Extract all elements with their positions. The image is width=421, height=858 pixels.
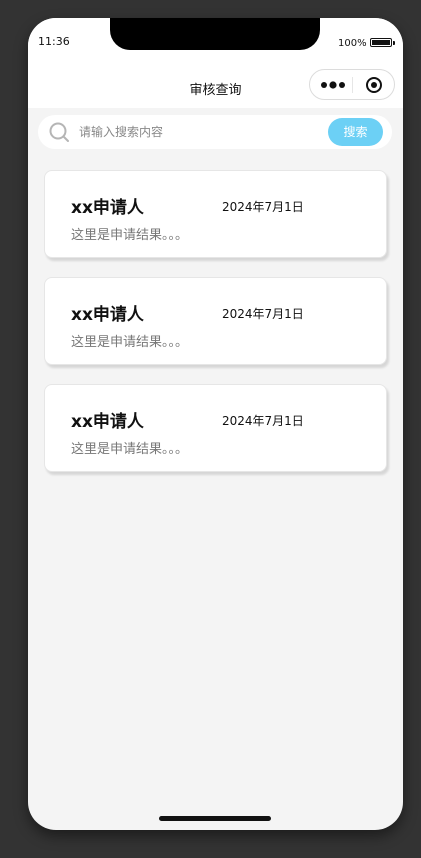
device-notch — [110, 18, 320, 50]
application-card[interactable]: xx申请人 2024年7月1日 这里是申请结果。。。 — [44, 277, 387, 365]
applicant-name: xx申请人 — [71, 412, 144, 432]
application-card[interactable]: xx申请人 2024年7月1日 这里是申请结果。。。 — [44, 384, 387, 472]
applicant-name: xx申请人 — [71, 198, 144, 218]
application-date: 2024年7月1日 — [222, 414, 304, 428]
battery-icon — [370, 38, 392, 47]
battery-fill — [372, 40, 390, 45]
search-icon — [49, 122, 69, 142]
target-circle-icon[interactable] — [365, 76, 383, 94]
applicant-name: xx申请人 — [71, 305, 144, 325]
status-time: 11:36 — [38, 35, 70, 48]
search-bar: 搜索 — [38, 115, 392, 149]
application-card[interactable]: xx申请人 2024年7月1日 这里是申请结果。。。 — [44, 170, 387, 258]
search-button[interactable]: 搜索 — [328, 118, 383, 146]
application-date: 2024年7月1日 — [222, 307, 304, 321]
mini-program-capsule — [309, 69, 395, 100]
application-date: 2024年7月1日 — [222, 200, 304, 214]
more-dots-icon[interactable] — [320, 80, 346, 90]
application-result: 这里是申请结果。。。 — [71, 335, 189, 350]
capsule-divider — [352, 77, 353, 93]
search-input[interactable] — [79, 122, 319, 142]
phone-screen: 11:36 100% 审核查询 搜索 xx申请人 2024年7月1日 这里是申请… — [28, 18, 403, 830]
battery-cap — [393, 41, 395, 45]
application-result: 这里是申请结果。。。 — [71, 228, 189, 243]
battery-percentage: 100% — [338, 38, 367, 49]
application-result: 这里是申请结果。。。 — [71, 442, 189, 457]
home-indicator — [159, 816, 271, 821]
